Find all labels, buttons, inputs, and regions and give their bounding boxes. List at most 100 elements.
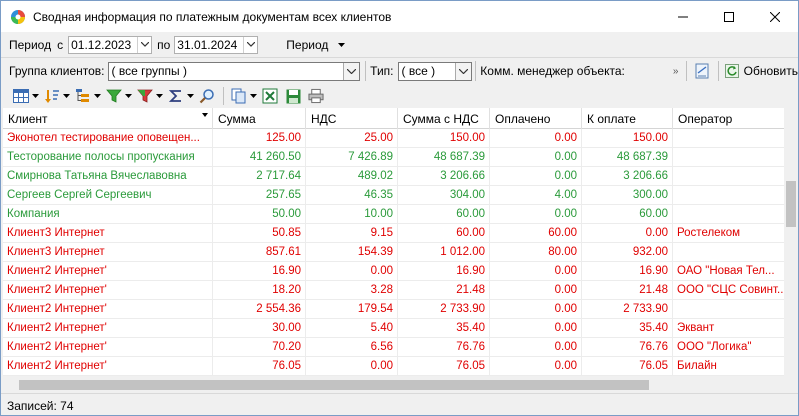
cell-to-pay[interactable]: 150.00 bbox=[582, 129, 673, 148]
table-row[interactable]: Клиент2 Интернет' 70.20 6.56 76.76 0.00 76.76… bbox=[3, 338, 786, 357]
cell-sum[interactable]: 18.20 bbox=[213, 281, 306, 300]
cell-operator[interactable]: ООО "СЦС Совинт... bbox=[673, 281, 786, 300]
cell-client[interactable]: Клиент2 Интернет' bbox=[3, 338, 213, 357]
sort-button[interactable] bbox=[44, 88, 60, 104]
cell-operator[interactable] bbox=[673, 243, 786, 262]
cell-paid[interactable]: 0.00 bbox=[490, 319, 582, 338]
filter-color-button[interactable] bbox=[137, 88, 153, 104]
cell-paid[interactable]: 0.00 bbox=[490, 281, 582, 300]
cell-sum-with-vat[interactable]: 60.00 bbox=[398, 224, 490, 243]
group-tree-dropdown[interactable] bbox=[93, 88, 101, 104]
maximize-button[interactable] bbox=[706, 1, 752, 32]
cell-to-pay[interactable]: 48 687.39 bbox=[582, 148, 673, 167]
cell-vat[interactable]: 154.39 bbox=[306, 243, 398, 262]
cell-vat[interactable]: 10.00 bbox=[306, 205, 398, 224]
sort-dropdown[interactable] bbox=[62, 88, 70, 104]
column-header-client[interactable]: Клиент bbox=[3, 108, 213, 129]
cell-operator[interactable]: Билайн bbox=[673, 357, 786, 376]
cell-paid[interactable]: 60.00 bbox=[490, 224, 582, 243]
cell-vat[interactable]: 179.54 bbox=[306, 300, 398, 319]
cell-operator[interactable] bbox=[673, 205, 786, 224]
date-to-field[interactable]: 31.01.2024 bbox=[174, 35, 259, 54]
cell-paid[interactable]: 0.00 bbox=[490, 338, 582, 357]
cell-sum[interactable]: 50.00 bbox=[213, 205, 306, 224]
report-button[interactable] bbox=[694, 63, 709, 79]
cell-sum[interactable]: 2 554.36 bbox=[213, 300, 306, 319]
cell-operator[interactable] bbox=[673, 186, 786, 205]
table-config-button[interactable] bbox=[13, 88, 29, 104]
cell-sum[interactable]: 2 717.64 bbox=[213, 167, 306, 186]
table-row[interactable]: Клиент2 Интернет' 2 554.36 179.54 2 733.90 0… bbox=[3, 300, 786, 319]
data-grid[interactable]: Клиент Сумма НДС Сумма с НДС Оплачено К … bbox=[3, 108, 786, 376]
cell-operator[interactable] bbox=[673, 129, 786, 148]
cell-client[interactable]: Компания bbox=[3, 205, 213, 224]
cell-client[interactable]: Тесторование полосы пропускания bbox=[3, 148, 213, 167]
cell-paid[interactable]: 0.00 bbox=[490, 148, 582, 167]
cell-vat[interactable]: 3.28 bbox=[306, 281, 398, 300]
cell-sum[interactable]: 257.65 bbox=[213, 186, 306, 205]
cell-vat[interactable]: 6.56 bbox=[306, 338, 398, 357]
filter-button[interactable] bbox=[106, 88, 122, 104]
horizontal-scroll-thumb[interactable] bbox=[19, 380, 649, 390]
close-button[interactable] bbox=[752, 1, 798, 32]
table-row[interactable]: Клиент3 Интернет 50.85 9.15 60.00 60.00 0.00 Р… bbox=[3, 224, 786, 243]
cell-paid[interactable]: 0.00 bbox=[490, 300, 582, 319]
type-select[interactable]: ( все ) bbox=[397, 61, 473, 81]
cell-operator[interactable]: ООО "Логика" bbox=[673, 338, 786, 357]
table-row[interactable]: Смирнова Татьяна Вячеславовна 2 717.64 489… bbox=[3, 167, 786, 186]
group-tree-button[interactable] bbox=[75, 88, 91, 104]
cell-client[interactable]: Клиент3 Интернет bbox=[3, 224, 213, 243]
cell-operator[interactable]: Эквант bbox=[673, 319, 786, 338]
cell-paid[interactable]: 0.00 bbox=[490, 262, 582, 281]
table-row[interactable]: Клиент2 Интернет' 16.90 0.00 16.90 0.00 16.90… bbox=[3, 262, 786, 281]
cell-to-pay[interactable]: 300.00 bbox=[582, 186, 673, 205]
cell-vat[interactable]: 489.02 bbox=[306, 167, 398, 186]
table-row[interactable]: Эконотел тестирование оповещен... 125.00 2… bbox=[3, 129, 786, 148]
cell-client[interactable]: Клиент2 Интернет' bbox=[3, 319, 213, 338]
cell-client[interactable]: Клиент2 Интернет' bbox=[3, 281, 213, 300]
cell-operator[interactable]: ОАО "Новая Тел... bbox=[673, 262, 786, 281]
column-header-sum-with-vat[interactable]: Сумма с НДС bbox=[398, 108, 490, 129]
cell-client[interactable]: Эконотел тестирование оповещен... bbox=[3, 129, 213, 148]
cell-sum[interactable]: 16.90 bbox=[213, 262, 306, 281]
cell-operator[interactable] bbox=[673, 300, 786, 319]
table-row[interactable]: Тесторование полосы пропускания 41 260.50… bbox=[3, 148, 786, 167]
cell-client[interactable]: Клиент3 Интернет bbox=[3, 243, 213, 262]
cell-to-pay[interactable]: 60.00 bbox=[582, 205, 673, 224]
vertical-scrollbar[interactable] bbox=[784, 108, 798, 376]
date-from-dropdown[interactable] bbox=[137, 36, 152, 53]
cell-sum[interactable]: 70.20 bbox=[213, 338, 306, 357]
table-row[interactable]: Клиент2 Интернет' 76.05 0.00 76.05 0.00 76.05… bbox=[3, 357, 786, 376]
vertical-scroll-thumb[interactable] bbox=[786, 181, 796, 227]
cell-paid[interactable]: 0.00 bbox=[490, 129, 582, 148]
cell-to-pay[interactable]: 76.76 bbox=[582, 338, 673, 357]
cell-to-pay[interactable]: 76.05 bbox=[582, 357, 673, 376]
find-button[interactable] bbox=[199, 88, 215, 104]
horizontal-scrollbar[interactable] bbox=[3, 376, 784, 393]
cell-vat[interactable]: 9.15 bbox=[306, 224, 398, 243]
minimize-button[interactable] bbox=[660, 1, 706, 32]
column-header-paid[interactable]: Оплачено bbox=[490, 108, 582, 129]
cell-sum[interactable]: 76.05 bbox=[213, 357, 306, 376]
date-from-field[interactable]: 01.12.2023 bbox=[68, 35, 153, 54]
cell-sum-with-vat[interactable]: 35.40 bbox=[398, 319, 490, 338]
column-header-to-pay[interactable]: К оплате bbox=[582, 108, 673, 129]
cell-to-pay[interactable]: 35.40 bbox=[582, 319, 673, 338]
cell-sum-with-vat[interactable]: 48 687.39 bbox=[398, 148, 490, 167]
cell-operator[interactable]: Ростелеком bbox=[673, 224, 786, 243]
cell-sum-with-vat[interactable]: 76.05 bbox=[398, 357, 490, 376]
cell-sum-with-vat[interactable]: 21.48 bbox=[398, 281, 490, 300]
period-menu-button[interactable]: Период bbox=[286, 38, 346, 52]
column-header-sum[interactable]: Сумма bbox=[213, 108, 306, 129]
cell-to-pay[interactable]: 16.90 bbox=[582, 262, 673, 281]
cell-paid[interactable]: 0.00 bbox=[490, 357, 582, 376]
cell-to-pay[interactable]: 21.48 bbox=[582, 281, 673, 300]
print-button[interactable] bbox=[308, 88, 324, 104]
table-row[interactable]: Клиент2 Интернет' 30.00 5.40 35.40 0.00 35.40… bbox=[3, 319, 786, 338]
table-row[interactable]: Клиент3 Интернет 857.61 154.39 1 012.00 80.0… bbox=[3, 243, 786, 262]
column-header-operator[interactable]: Оператор bbox=[673, 108, 786, 129]
cell-sum[interactable]: 125.00 bbox=[213, 129, 306, 148]
cell-client[interactable]: Смирнова Татьяна Вячеславовна bbox=[3, 167, 213, 186]
cell-paid[interactable]: 0.00 bbox=[490, 167, 582, 186]
cell-sum-with-vat[interactable]: 2 733.90 bbox=[398, 300, 490, 319]
